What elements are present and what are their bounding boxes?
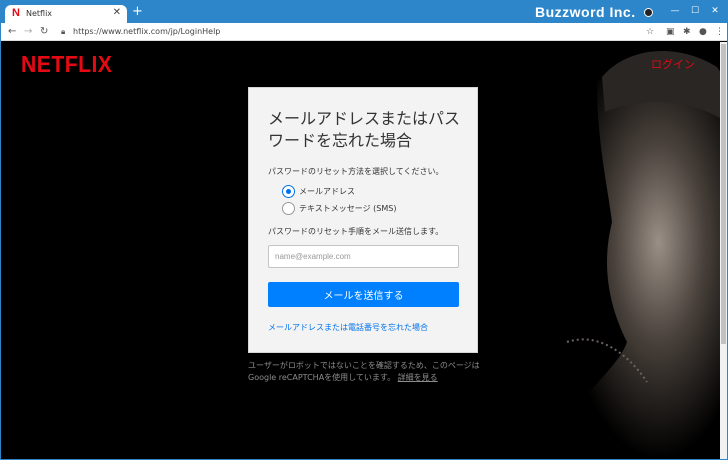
close-icon[interactable]: ✕ <box>113 7 121 19</box>
tab-netflix[interactable]: N Netflix ✕ <box>5 5 127 23</box>
netflix-favicon-icon: N <box>12 7 20 19</box>
forgot-email-or-phone-link[interactable]: メールアドレスまたは電話番号を忘れた場合 <box>268 322 428 333</box>
close-window-icon[interactable]: ✕ <box>708 4 722 18</box>
tab-strip: N Netflix ✕ + Buzzword Inc. — ☐ ✕ <box>1 1 727 23</box>
back-icon[interactable]: ← <box>8 25 16 39</box>
maximize-icon[interactable]: ☐ <box>688 4 702 18</box>
email-field[interactable] <box>268 245 459 268</box>
scrollbar[interactable] <box>720 42 727 459</box>
login-link[interactable]: ログイン <box>651 56 695 72</box>
reload-icon[interactable]: ↻ <box>40 25 48 39</box>
login-help-card: メールアドレスまたはパスワードを忘れた場合 パスワードのリセット方法を選択してく… <box>248 87 478 353</box>
extension-icon[interactable]: ▣ <box>666 25 675 39</box>
recaptcha-learn-more-link[interactable]: 詳細を見る <box>398 373 438 382</box>
brand-watermark: Buzzword Inc. <box>535 4 636 20</box>
lock-icon[interactable]: 🔒︎ <box>61 25 65 39</box>
page-viewport: NETFLIX ログイン メールアドレスまたはパスワードを忘れた場合 パスワード… <box>1 42 727 459</box>
menu-icon[interactable]: ⋮ <box>715 25 724 39</box>
profile-badge-icon[interactable] <box>644 8 653 17</box>
forward-icon[interactable]: → <box>24 25 32 39</box>
send-email-button[interactable]: メールを送信する <box>268 282 459 307</box>
sms-option-label[interactable]: テキストメッセージ (SMS) <box>299 203 396 214</box>
url-text[interactable]: https://www.netflix.com/jp/LoginHelp <box>73 25 220 39</box>
recaptcha-text: ユーザーがロボットではないことを確認するため、このページはGoogle reCA… <box>248 361 480 382</box>
profile-icon[interactable]: ● <box>699 25 707 39</box>
address-bar[interactable]: 🔒︎ https://www.netflix.com/jp/LoginHelp <box>57 25 657 39</box>
reset-method-hint: パスワードのリセット方法を選択してください。 <box>268 167 444 176</box>
minimize-icon[interactable]: — <box>668 4 682 18</box>
puzzle-icon[interactable]: ✱ <box>683 25 691 39</box>
browser-window: N Netflix ✕ + Buzzword Inc. — ☐ ✕ ← → ↻ … <box>0 0 728 460</box>
new-tab-button[interactable]: + <box>132 4 143 19</box>
sms-radio[interactable] <box>282 202 295 215</box>
email-option-label[interactable]: メールアドレス <box>299 186 355 197</box>
tab-title: Netflix <box>26 9 53 18</box>
method-note: パスワードのリセット手順をメール送信します。 <box>268 227 444 236</box>
page-title: メールアドレスまたはパスワードを忘れた場合 <box>268 109 461 150</box>
netflix-logo[interactable]: NETFLIX <box>21 51 112 78</box>
recaptcha-notice: ユーザーがロボットではないことを確認するため、このページはGoogle reCA… <box>248 360 488 384</box>
scrollbar-thumb[interactable] <box>721 44 726 344</box>
email-radio[interactable] <box>282 185 295 198</box>
address-toolbar: ← → ↻ 🔒︎ https://www.netflix.com/jp/Logi… <box>1 23 727 41</box>
star-icon[interactable]: ☆ <box>646 25 654 39</box>
